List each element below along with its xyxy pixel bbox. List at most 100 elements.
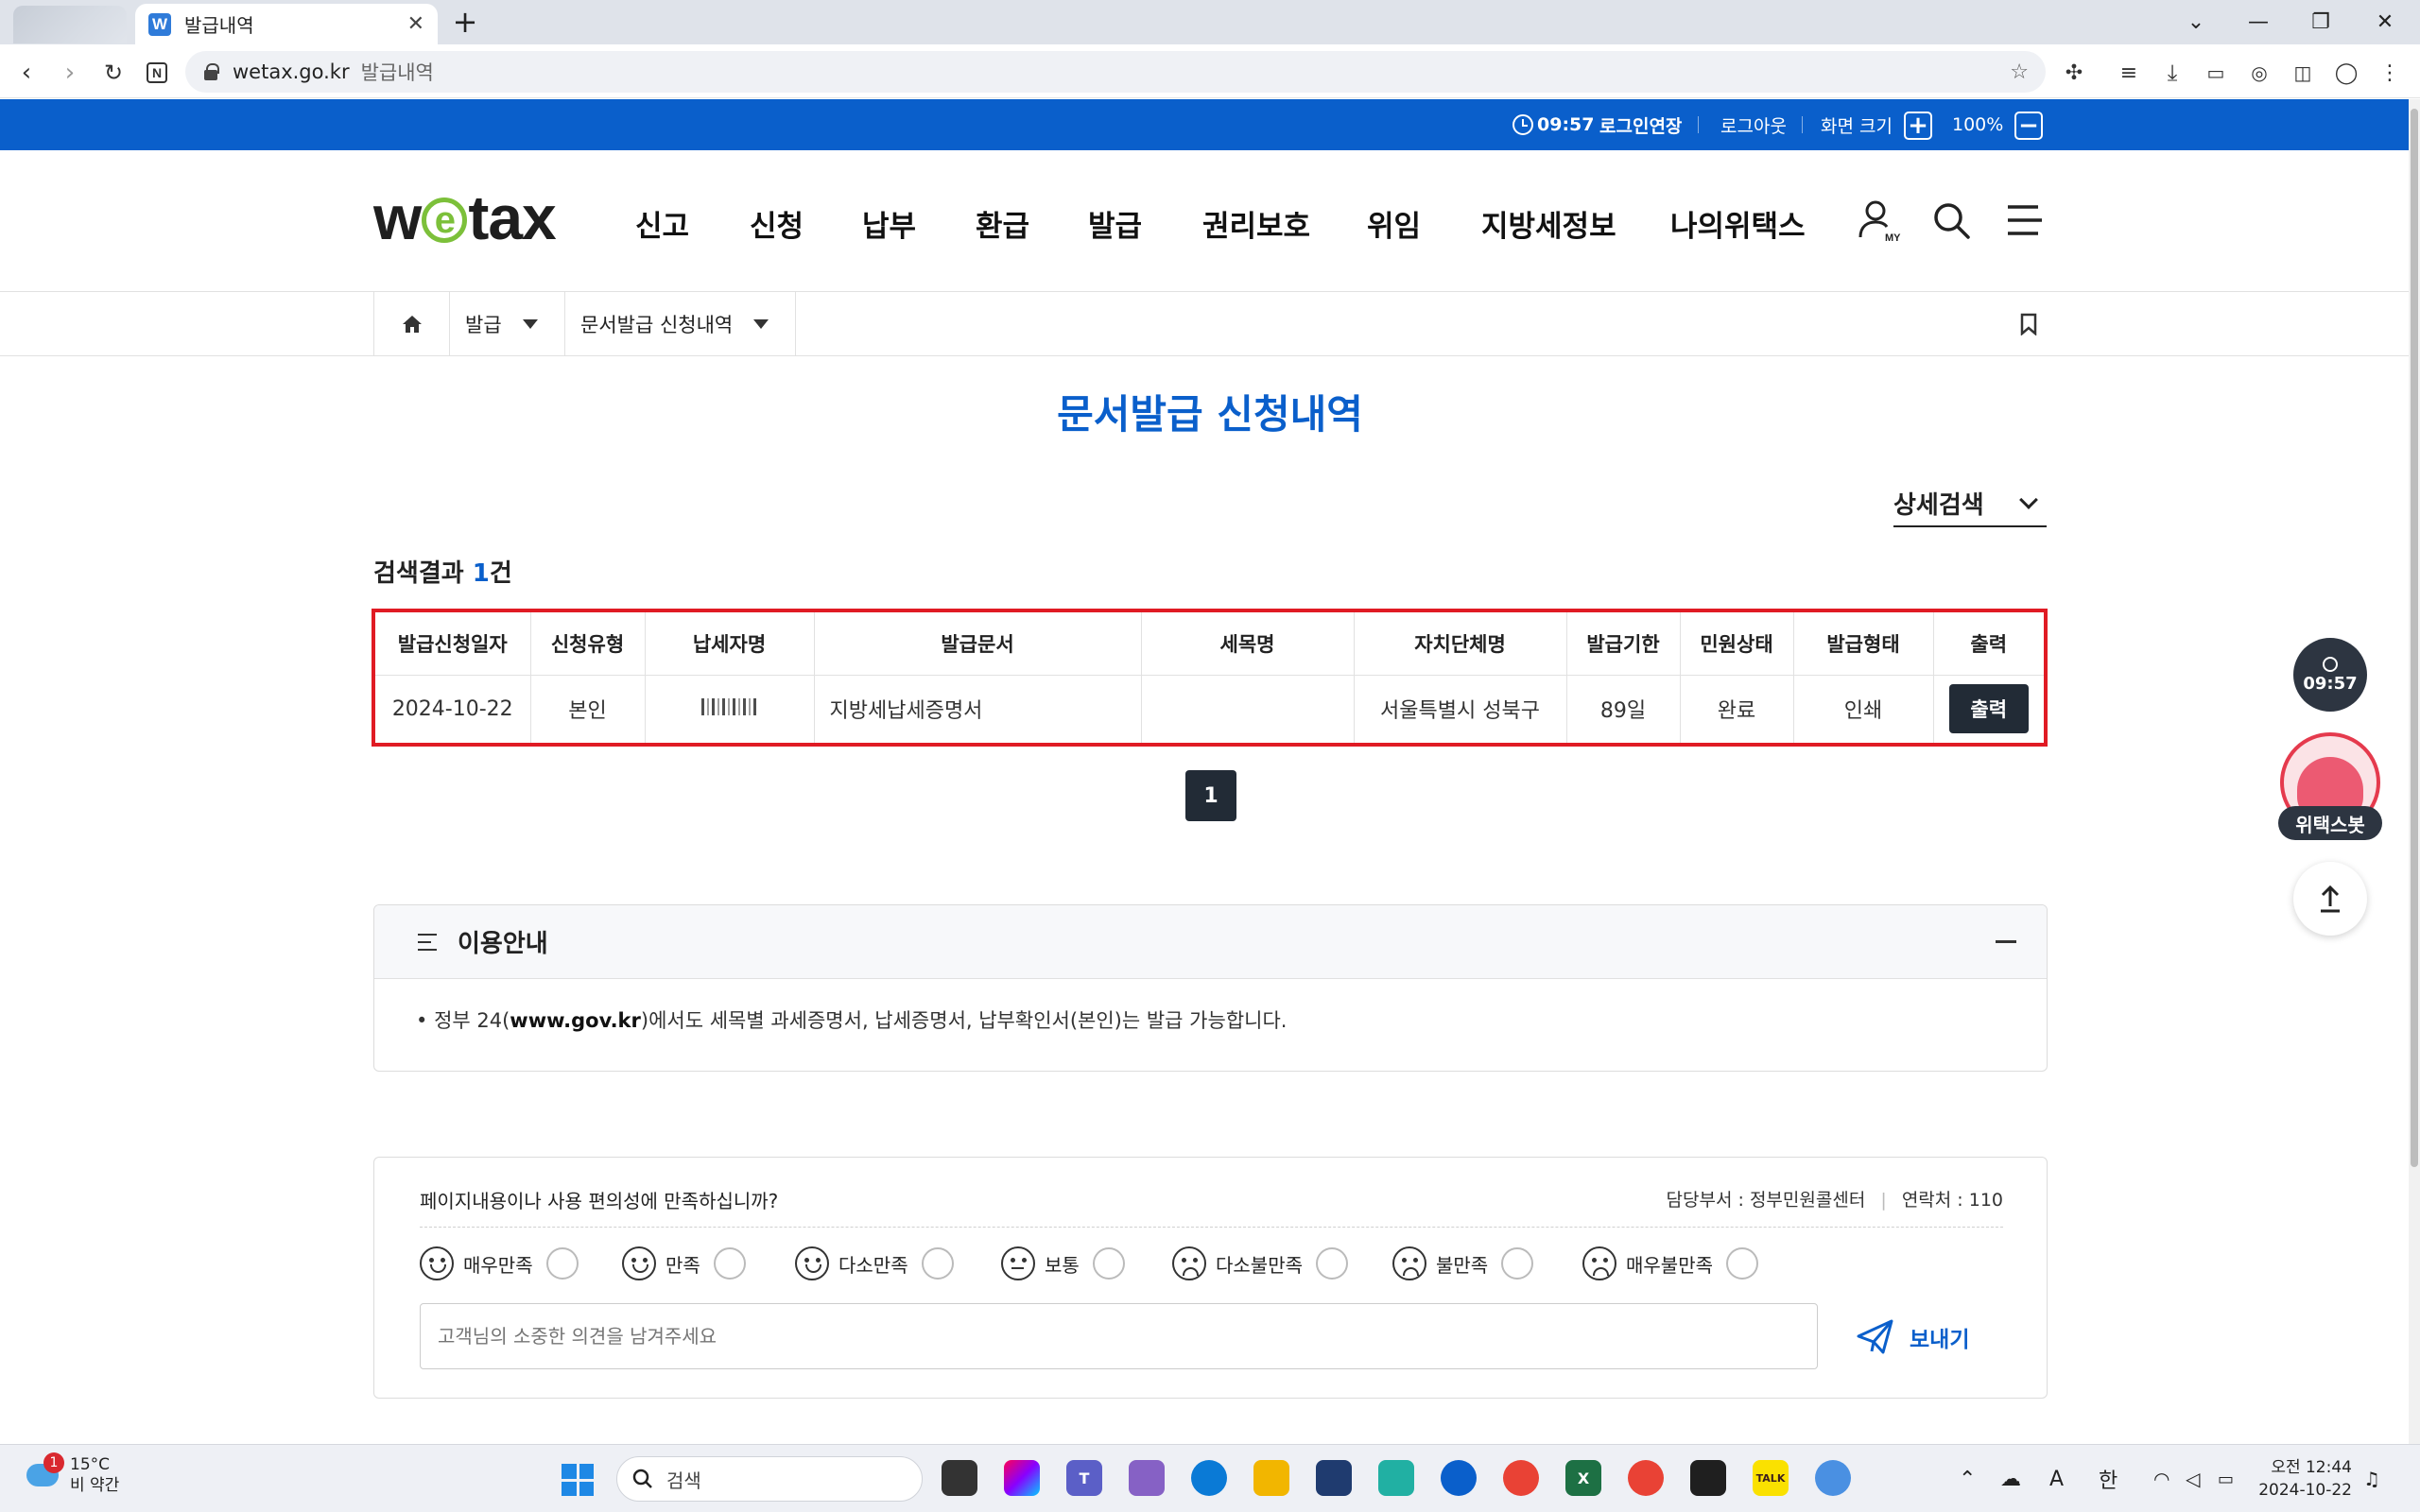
rating-radio[interactable] <box>921 1247 954 1280</box>
detail-search-toggle[interactable]: 상세검색 <box>1893 480 2047 527</box>
tray-chevron-icon[interactable]: ⌃ <box>1959 1445 1976 1512</box>
restore-button[interactable]: ❐ <box>2290 0 2352 44</box>
rating-neutral[interactable]: 보통 <box>1001 1245 1125 1282</box>
rating-radio[interactable] <box>1092 1247 1125 1280</box>
download-icon[interactable]: ⤓ <box>2153 54 2191 92</box>
ime-language-label[interactable]: 한 <box>2099 1445 2118 1512</box>
wifi-icon[interactable]: ◠ <box>2153 1445 2169 1512</box>
teams-icon[interactable]: T <box>1066 1460 1102 1496</box>
close-window-button[interactable]: ✕ <box>2354 0 2416 44</box>
nav-item-issue[interactable]: 발급 <box>1088 199 1142 247</box>
result-count: 검색결과 1건 <box>373 554 512 589</box>
nav-item-apply[interactable]: 신청 <box>750 199 804 247</box>
zoom-in-button[interactable]: + <box>1904 112 1932 140</box>
system-clock[interactable]: 오전 12:44 2024-10-22 <box>2258 1456 2352 1502</box>
ime-mode-label[interactable]: A <box>2049 1445 2064 1512</box>
browser-menu-icon[interactable]: ⋮ <box>2371 54 2409 92</box>
notification-bell-icon[interactable]: ♫ <box>2363 1445 2380 1512</box>
rating-radio[interactable] <box>545 1247 579 1280</box>
copilot-icon[interactable] <box>1004 1460 1040 1496</box>
zoom-out-button[interactable]: − <box>2014 112 2043 140</box>
video-icon[interactable]: ▭ <box>2197 54 2235 92</box>
tab-close-icon[interactable]: ✕ <box>407 12 424 36</box>
rating-radio[interactable] <box>1726 1247 1758 1280</box>
forward-icon[interactable]: › <box>51 54 89 92</box>
rating-somewhat-dissatisfied[interactable]: 다소불만족 <box>1172 1245 1348 1282</box>
rating-radio[interactable] <box>1316 1247 1348 1280</box>
nav-item-report[interactable]: 신고 <box>635 199 689 247</box>
extend-login-link[interactable]: 로그인연장 <box>1599 99 1682 150</box>
chrome-profile-icon[interactable] <box>1628 1460 1664 1496</box>
scroll-to-top-button[interactable] <box>2293 862 2367 936</box>
print-button[interactable]: 출력 <box>1948 684 2029 734</box>
pagination-page-1[interactable]: 1 <box>1185 770 1236 821</box>
circle-app-icon[interactable] <box>1441 1460 1477 1496</box>
extensions-icon[interactable]: ✣ <box>2055 54 2093 92</box>
app-icon[interactable] <box>1129 1460 1165 1496</box>
floating-session-timer[interactable]: 09:57 <box>2293 638 2367 712</box>
opinion-input[interactable] <box>420 1303 1818 1369</box>
capture-icon[interactable]: ◎ <box>2240 54 2278 92</box>
browser-tab-active[interactable]: W 발급내역 ✕ <box>135 4 438 44</box>
battery-icon[interactable]: ▭ <box>2218 1445 2234 1512</box>
my-page-icon[interactable]: MY <box>1857 198 1902 243</box>
rating-radio[interactable] <box>713 1247 746 1280</box>
address-bar[interactable]: wetax.go.kr 발급내역 ☆ <box>185 51 2046 93</box>
kakaotalk-icon[interactable]: TALK <box>1753 1460 1789 1496</box>
onedrive-icon[interactable]: ☁ <box>2000 1445 2021 1512</box>
task-view-icon[interactable] <box>942 1460 977 1496</box>
back-icon[interactable]: ‹ <box>8 54 45 92</box>
bookmark-icon[interactable] <box>2020 313 2037 335</box>
usage-guide-header[interactable]: 이용안내 <box>374 905 2047 979</box>
taskbar-search[interactable]: 검색 <box>616 1456 923 1502</box>
breadcrumb-level1-dropdown[interactable]: 발급 <box>449 292 564 356</box>
tab-search-chevron-icon[interactable]: ⌄ <box>2165 0 2227 44</box>
nav-item-delegate[interactable]: 위임 <box>1367 199 1421 247</box>
scrollbar-thumb[interactable] <box>2411 109 2418 1167</box>
col-header-document: 발급문서 <box>814 612 1142 676</box>
edge-icon[interactable] <box>1191 1460 1227 1496</box>
reading-list-icon[interactable]: ≡ <box>2110 54 2148 92</box>
rating-dissatisfied[interactable]: 불만족 <box>1392 1245 1534 1282</box>
survey-question: 페이지내용이나 사용 편의성에 만족하십니까? <box>420 1190 779 1212</box>
send-button[interactable]: 보내기 <box>1857 1314 1969 1361</box>
nav-item-rights[interactable]: 권리보호 <box>1202 199 1310 247</box>
search-icon[interactable] <box>1928 198 1974 243</box>
logout-link[interactable]: 로그아웃 <box>1720 99 1787 150</box>
naver-extension-icon[interactable]: N <box>138 54 176 92</box>
whale-browser-icon[interactable] <box>1690 1460 1726 1496</box>
col-header-taxpayer: 납세자명 <box>645 612 815 676</box>
file-explorer-icon[interactable] <box>1253 1460 1289 1496</box>
profile-icon[interactable]: ◯ <box>2327 54 2365 92</box>
wetax-logo[interactable]: w e tax <box>373 182 557 252</box>
chrome-icon[interactable] <box>1503 1460 1539 1496</box>
nav-item-local-tax-info[interactable]: 지방세정보 <box>1481 199 1616 247</box>
minimize-button[interactable]: — <box>2227 0 2290 44</box>
rating-very-satisfied[interactable]: 매우만족 <box>420 1245 579 1282</box>
rating-radio[interactable] <box>1501 1247 1534 1280</box>
home-icon[interactable] <box>373 292 449 356</box>
new-tab-button[interactable]: + <box>448 6 482 40</box>
breadcrumb-level2-dropdown[interactable]: 문서발급 신청내역 <box>564 292 796 356</box>
sync-app-icon[interactable] <box>1378 1460 1414 1496</box>
store-icon[interactable] <box>1316 1460 1352 1496</box>
excel-icon[interactable]: X <box>1565 1460 1601 1496</box>
bookmark-star-icon[interactable]: ☆ <box>2010 60 2029 84</box>
volume-icon[interactable]: ◁ <box>2186 1445 2200 1512</box>
wetax-bot-label[interactable]: 위택스봇 <box>2278 806 2382 840</box>
split-view-icon[interactable]: ◫ <box>2284 54 2322 92</box>
globe-app-icon[interactable] <box>1815 1460 1851 1496</box>
rating-satisfied[interactable]: 만족 <box>622 1245 746 1282</box>
rating-very-dissatisfied[interactable]: 매우불만족 <box>1582 1245 1758 1282</box>
weather-widget[interactable]: 1 15°C 비 약간 <box>26 1452 119 1496</box>
windows-start-icon[interactable] <box>562 1464 594 1496</box>
nav-item-pay[interactable]: 납부 <box>862 199 916 247</box>
all-menu-icon[interactable] <box>2002 198 2048 243</box>
cell-date: 2024-10-22 <box>375 675 531 743</box>
collapse-icon[interactable] <box>1996 940 2016 943</box>
page-scrollbar[interactable] <box>2409 99 2420 1444</box>
nav-item-refund[interactable]: 환급 <box>976 199 1029 247</box>
reload-icon[interactable]: ↻ <box>95 54 132 92</box>
nav-item-my-wetax[interactable]: 나의위택스 <box>1670 199 1806 247</box>
rating-somewhat-satisfied[interactable]: 다소만족 <box>795 1245 954 1282</box>
